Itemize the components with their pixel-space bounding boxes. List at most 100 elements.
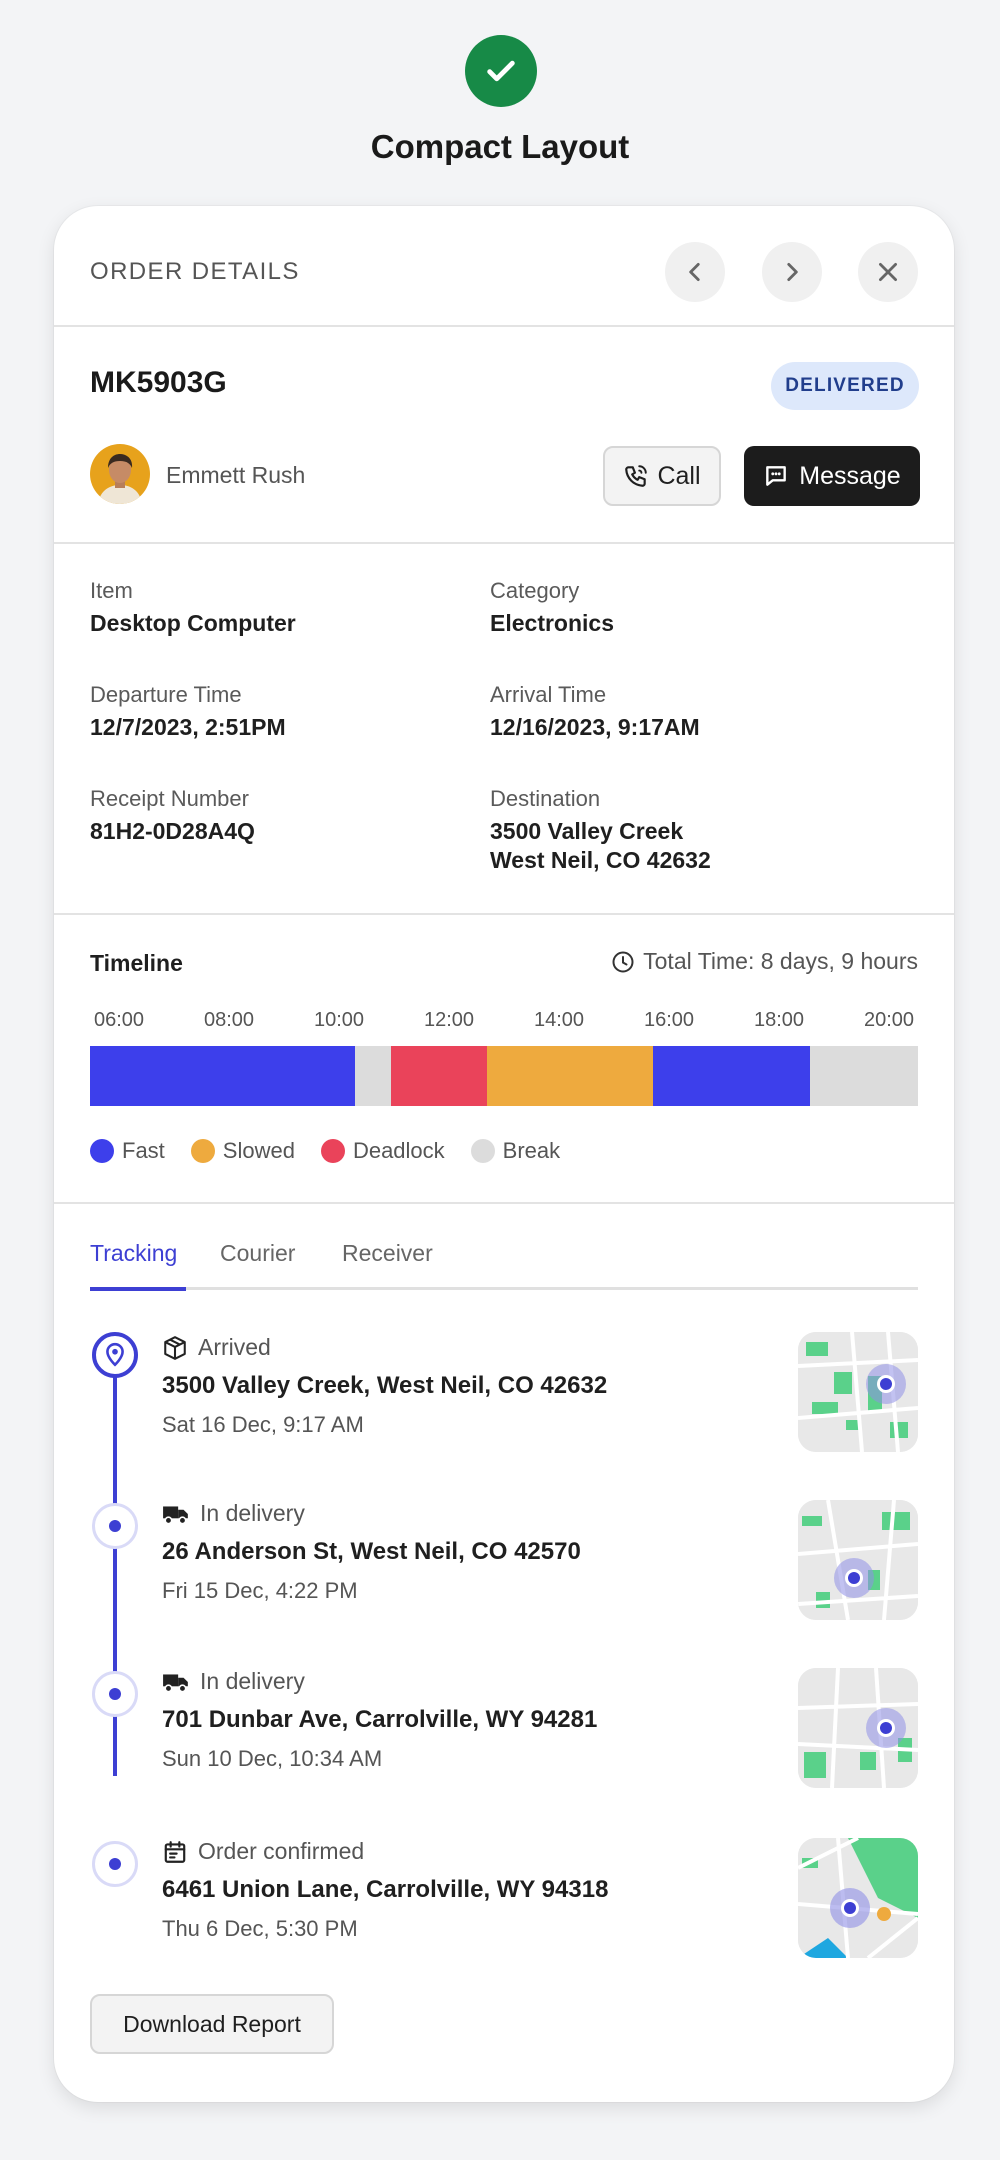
tracking-node [92,1671,138,1717]
package-icon [164,1335,186,1360]
tracking-time: Sun 10 Dec, 10:34 AM [162,1746,383,1771]
tracking-address: 701 Dunbar Ave, Carrolville, WY 94281 [162,1706,598,1733]
order-id: MK5903G [90,366,227,399]
card-title: ORDER DETAILS [90,258,300,285]
legend-dot [90,1139,114,1163]
tab-receiver[interactable]: Receiver [342,1240,433,1267]
download-report-button[interactable]: Download Report [90,1994,334,2054]
legend-dot [470,1139,495,1163]
map-thumbnail[interactable] [798,1332,918,1452]
order-details-card: ORDER DETAILS MK5903G DELIVERED Emmett R… [54,206,954,2102]
timeline-legend: Fast Slowed Deadlock Break [90,1138,560,1164]
close-button[interactable] [858,242,918,302]
timeline-tick-label: 06:00 [93,1009,145,1031]
tracking-status: In delivery [162,1668,305,1695]
phone-icon [625,465,648,487]
calendar-icon [164,1840,186,1863]
truck-icon [163,1673,188,1692]
map-thumbnail[interactable] [798,1668,918,1788]
tab-courier[interactable]: Courier [220,1240,295,1267]
avatar [90,444,150,504]
success-check-icon [465,35,537,107]
legend-dot [320,1139,345,1163]
total-time-text: Total Time: 8 days, 9 hours [643,948,918,974]
next-button[interactable] [762,242,822,302]
tracking-time: Thu 6 Dec, 5:30 PM [162,1916,358,1941]
timeline-segment-fast [90,1046,355,1106]
tracking-status: Order confirmed [162,1838,364,1865]
legend-label: Break [502,1138,561,1163]
timeline-segment-break [354,1046,391,1106]
page-heading: Compact Layout [370,128,630,165]
tracking-time: Sat 16 Dec, 9:17 AM [162,1412,364,1437]
map-thumbnail[interactable] [798,1838,918,1958]
divider [54,1202,954,1204]
divider [54,542,954,544]
legend-label: Slowed [222,1138,295,1163]
category-label: Category [490,578,580,603]
timeline-segment-slowed [487,1046,654,1106]
tracking-status-text: In delivery [200,1668,305,1694]
message-label: Message [799,461,901,490]
location-pin-icon [106,1342,124,1367]
legend-item-deadlock: Deadlock [320,1138,445,1164]
timeline-segment-fast [653,1046,811,1106]
tracking-status-text: Order confirmed [198,1838,365,1864]
tracking-address: 26 Anderson St, West Neil, CO 42570 [162,1538,581,1565]
chevron-right-icon [787,263,798,281]
legend-dot [190,1139,215,1163]
timeline-tick-label: 18:00 [753,1009,805,1031]
call-button[interactable]: Call [603,446,721,506]
departure-label: Departure Time [90,682,242,707]
tracking-status: Arrived [162,1334,271,1361]
divider [54,913,954,915]
divider [54,325,954,327]
clock-icon [612,951,634,972]
departure-value: 12/7/2023, 2:51PM [90,714,286,740]
customer-name: Emmett Rush [166,462,306,488]
close-icon [879,263,897,281]
truck-icon [163,1505,188,1524]
timeline-segment-deadlock [390,1046,488,1106]
tracking-address: 3500 Valley Creek, West Neil, CO 42632 [162,1372,608,1399]
item-value: Desktop Computer [90,610,296,636]
tracking-node-arrived [92,1332,138,1378]
legend-item-break: Break [470,1138,561,1164]
chevron-left-icon [689,263,700,281]
call-label: Call [657,461,701,490]
receipt-value: 81H2-0D28A4Q [90,818,255,844]
timeline-tick-label: 14:00 [533,1009,585,1031]
arrival-value: 12/16/2023, 9:17AM [490,714,700,740]
detail-tabs: Tracking Courier Receiver [90,1240,918,1291]
tracking-status-text: In delivery [200,1500,305,1526]
destination-line2: West Neil, CO 42632 [490,847,711,873]
map-thumbnail[interactable] [798,1500,918,1620]
tracking-status-text: Arrived [198,1334,271,1360]
legend-item-slowed: Slowed [190,1138,295,1164]
timeline-segment-break [810,1046,918,1106]
legend-label: Deadlock [352,1138,445,1163]
tracking-node [92,1841,138,1887]
active-tab-indicator [90,1287,186,1291]
item-label: Item [90,578,133,603]
timeline-bar [90,1046,918,1106]
timeline-tick-label: 12:00 [423,1009,475,1031]
destination-label: Destination [490,786,601,811]
previous-button[interactable] [665,242,725,302]
destination-line1: 3500 Valley Creek [490,818,684,844]
tab-tracking[interactable]: Tracking [90,1240,177,1267]
message-button[interactable]: Message [744,446,920,506]
legend-item-fast: Fast [90,1138,165,1164]
tracking-time: Fri 15 Dec, 4:22 PM [162,1578,358,1603]
tracking-address: 6461 Union Lane, Carrolville, WY 94318 [162,1876,609,1903]
message-icon [766,466,787,486]
timeline-tick-label: 10:00 [313,1009,365,1031]
category-value: Electronics [490,610,614,636]
timeline-title: Timeline [90,950,183,976]
tracking-status: In delivery [162,1500,305,1527]
receipt-label: Receipt Number [90,786,249,811]
total-time: Total Time: 8 days, 9 hours [611,948,918,975]
arrival-label: Arrival Time [490,682,607,707]
legend-label: Fast [122,1138,165,1163]
timeline-tick-label: 20:00 [863,1009,915,1031]
